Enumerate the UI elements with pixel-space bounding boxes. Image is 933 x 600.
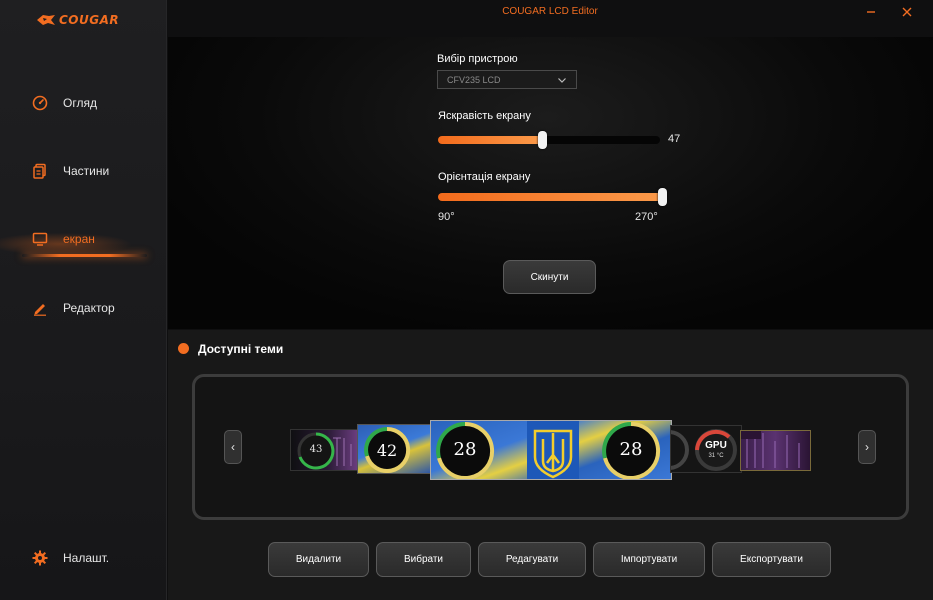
theme-gpu-temp: 31 °C <box>708 453 724 459</box>
theme-thumbnail[interactable]: 42 <box>357 424 433 474</box>
sidebar-item-overview[interactable]: Огляд <box>0 86 167 120</box>
orientation-slider-thumb[interactable] <box>658 188 667 206</box>
theme-thumbnail-selected[interactable]: 28 28 <box>430 420 672 480</box>
sidebar-item-parts[interactable]: Частини <box>0 154 167 188</box>
sidebar-item-label: Частини <box>63 164 110 178</box>
theme-pattern-icon <box>741 431 800 468</box>
orientation-slider[interactable] <box>438 188 667 206</box>
parts-icon <box>31 162 49 180</box>
brightness-value: 47 <box>668 133 681 145</box>
select-button[interactable]: Вибрати <box>376 542 471 577</box>
window-title: COUGAR LCD Editor <box>502 6 598 17</box>
cougar-head-icon <box>37 15 55 25</box>
theme-gpu-text: GPU <box>705 440 727 451</box>
themes-title: Доступні теми <box>198 342 284 356</box>
orientation-max-label: 270° <box>635 211 658 223</box>
section-dot-icon <box>178 343 189 354</box>
brightness-label: Яскравість екрану <box>438 110 531 122</box>
sidebar-item-screen[interactable]: екран <box>0 222 167 256</box>
carousel-prev-button[interactable]: ‹ <box>224 430 242 464</box>
theme-number: 28 <box>619 439 643 460</box>
minimize-button[interactable] <box>862 4 880 20</box>
orientation-slider-fill <box>438 193 662 201</box>
active-indicator <box>22 254 147 257</box>
sidebar-item-label: Огляд <box>63 96 97 110</box>
chevron-right-icon: › <box>865 440 869 454</box>
brightness-slider[interactable] <box>438 131 660 149</box>
chevron-down-icon <box>558 78 566 83</box>
sidebar-item-editor[interactable]: Редактор <box>0 291 167 325</box>
orientation-min-label: 90° <box>438 211 455 223</box>
close-icon <box>902 7 912 17</box>
chevron-left-icon: ‹ <box>231 440 235 454</box>
close-button[interactable] <box>898 4 916 20</box>
logo-text: COUGAR <box>59 13 120 27</box>
theme-thumbnail[interactable]: 43 <box>290 429 358 471</box>
pen-icon <box>31 299 49 317</box>
brightness-slider-fill <box>438 136 543 144</box>
sidebar-item-label: Налашт. <box>63 551 110 565</box>
theme-number: 28 <box>453 439 477 460</box>
import-button[interactable]: Імпортувати <box>593 542 705 577</box>
sidebar-item-settings[interactable]: Налашт. <box>0 541 167 575</box>
device-label: Вибір пристрою <box>437 53 518 65</box>
app-window: COUGAR Огляд Частини екран Редактор Нала… <box>0 0 933 600</box>
gear-icon <box>31 549 49 567</box>
sidebar-item-label: екран <box>63 232 95 246</box>
theme-thumbnail[interactable]: GPU 31 °C <box>670 425 742 473</box>
speedometer-icon <box>31 94 49 112</box>
device-select-value: CFV235 LCD <box>447 74 501 85</box>
device-select[interactable]: CFV235 LCD <box>437 70 577 89</box>
sidebar: COUGAR Огляд Частини екран Редактор Нала… <box>0 0 167 600</box>
reset-button[interactable]: Скинути <box>503 260 596 294</box>
cougar-logo: COUGAR <box>36 13 119 27</box>
sidebar-item-label: Редактор <box>63 301 115 315</box>
export-button[interactable]: Експортувати <box>712 542 831 577</box>
delete-button[interactable]: Видалити <box>268 542 369 577</box>
orientation-label: Орієнтація екрану <box>438 171 531 183</box>
theme-number: 43 <box>309 444 323 455</box>
edit-button[interactable]: Редагувати <box>478 542 586 577</box>
theme-number: 42 <box>376 441 398 460</box>
theme-thumbnail[interactable] <box>740 430 811 471</box>
minimize-icon <box>867 11 875 13</box>
brightness-slider-thumb[interactable] <box>538 131 548 149</box>
monitor-icon <box>31 230 49 248</box>
carousel-next-button[interactable]: › <box>858 430 876 464</box>
